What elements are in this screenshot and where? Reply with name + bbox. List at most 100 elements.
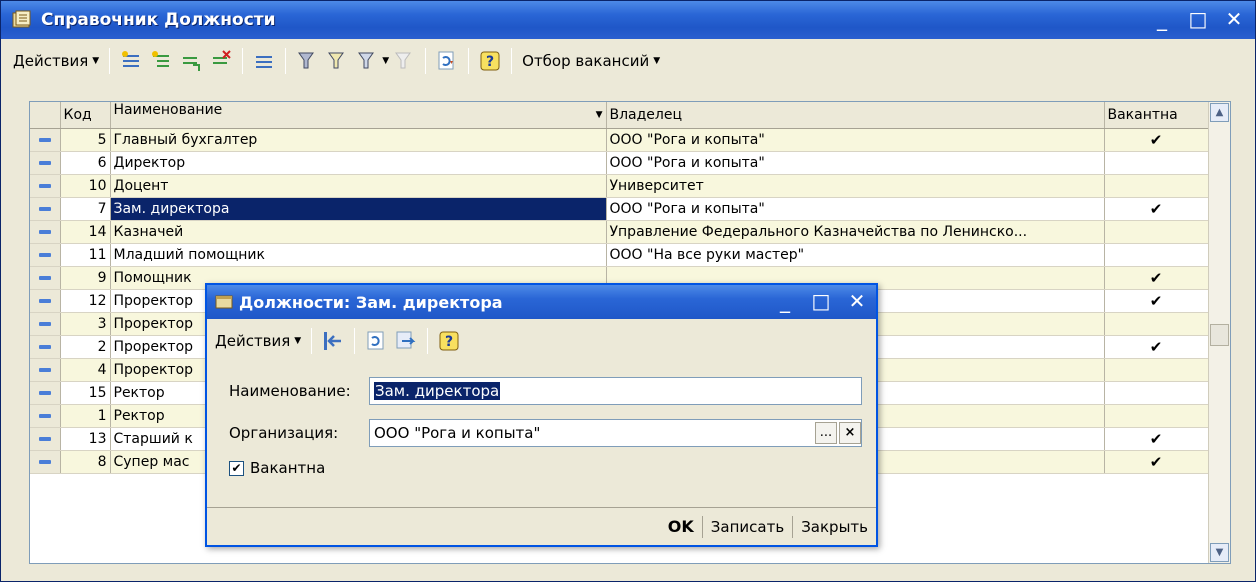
cell-code[interactable]: 3 (60, 312, 111, 336)
cell-name[interactable]: Главный бухгалтер (110, 128, 607, 152)
cell-vacant[interactable]: ✔ (1104, 128, 1209, 152)
cell-vacant[interactable]: ✔ (1104, 427, 1209, 451)
scroll-thumb[interactable] (1210, 324, 1229, 346)
cell-owner[interactable]: ООО "Рога и копыта" (606, 128, 1105, 152)
cell-code[interactable]: 9 (60, 266, 111, 290)
row-marker[interactable] (30, 358, 61, 382)
table-row[interactable]: 11 Младший помощник ООО "На все руки масте… (30, 243, 1209, 267)
table-row[interactable]: 6 Директор ООО "Рога и копыта" (30, 151, 1209, 175)
row-marker[interactable] (30, 427, 61, 451)
cell-vacant[interactable] (1104, 174, 1209, 198)
row-marker[interactable] (30, 243, 61, 267)
table-row[interactable]: 7 Зам. директора ООО "Рога и копыта" ✔ (30, 197, 1209, 221)
vertical-scrollbar[interactable]: ▲ ▼ (1208, 102, 1230, 563)
row-marker[interactable] (30, 335, 61, 359)
cell-vacant[interactable] (1104, 358, 1209, 382)
cell-name[interactable]: Казначей (110, 220, 607, 244)
cell-vacant[interactable]: ✔ (1104, 335, 1209, 359)
dropdown-arrow-icon[interactable]: ▼ (382, 56, 389, 66)
row-marker[interactable] (30, 266, 61, 290)
cell-vacant[interactable]: ✔ (1104, 197, 1209, 221)
cell-owner[interactable]: ООО "Рога и копыта" (606, 151, 1105, 175)
column-header-name[interactable]: Наименование ▼ (110, 102, 607, 129)
filter-icon[interactable] (295, 49, 319, 73)
column-header-owner[interactable]: Владелец (606, 102, 1105, 129)
reread-icon[interactable] (364, 329, 388, 353)
scroll-up-button[interactable]: ▲ (1210, 103, 1229, 122)
delete-item-icon[interactable] (209, 49, 233, 73)
dialog-maximize-button[interactable]: □ (810, 289, 832, 313)
row-marker[interactable] (30, 151, 61, 175)
cell-code[interactable]: 6 (60, 151, 111, 175)
close-button[interactable]: ✕ (1223, 7, 1245, 31)
close-dialog-button[interactable]: Закрыть (793, 513, 876, 541)
cell-code[interactable]: 12 (60, 289, 111, 313)
name-input[interactable]: Зам. директора (369, 377, 862, 405)
cell-name[interactable]: Директор (110, 151, 607, 175)
column-header-vacant[interactable]: Вакантна (1104, 102, 1209, 129)
select-org-button[interactable]: ... (815, 422, 837, 444)
cell-code[interactable]: 8 (60, 450, 111, 474)
cell-owner[interactable]: Управление Федерального Казначейства по … (606, 220, 1105, 244)
dialog-minimize-button[interactable]: _ (774, 289, 796, 313)
row-marker[interactable] (30, 197, 61, 221)
add-item-icon[interactable] (119, 49, 143, 73)
org-input[interactable]: ООО "Рога и копыта" ... × (369, 419, 862, 447)
filter-vacancies-menu[interactable]: Отбор вакансий ▼ (518, 47, 664, 75)
cell-vacant[interactable] (1104, 243, 1209, 267)
cell-vacant[interactable] (1104, 312, 1209, 336)
clear-org-button[interactable]: × (839, 422, 861, 444)
help-icon[interactable]: ? (478, 49, 502, 73)
cell-code[interactable]: 2 (60, 335, 111, 359)
hierarchy-icon[interactable] (252, 49, 276, 73)
row-marker[interactable] (30, 174, 61, 198)
cell-code[interactable]: 13 (60, 427, 111, 451)
vacant-checkbox[interactable]: ✔ (229, 460, 244, 476)
cell-vacant[interactable] (1104, 220, 1209, 244)
add-group-icon[interactable] (149, 49, 173, 73)
row-marker[interactable] (30, 220, 61, 244)
row-marker[interactable] (30, 289, 61, 313)
column-header-code[interactable]: Код (60, 102, 111, 129)
cell-vacant[interactable] (1104, 404, 1209, 428)
cell-name[interactable]: Доцент (110, 174, 607, 198)
table-row[interactable]: 5 Главный бухгалтер ООО "Рога и копыта" ✔ (30, 128, 1209, 152)
scroll-down-button[interactable]: ▼ (1210, 543, 1229, 562)
go-back-icon[interactable] (321, 329, 345, 353)
dialog-help-icon[interactable]: ? (437, 329, 461, 353)
cell-code[interactable]: 1 (60, 404, 111, 428)
cell-vacant[interactable]: ✔ (1104, 266, 1209, 290)
cell-vacant[interactable]: ✔ (1104, 450, 1209, 474)
filter-value-icon[interactable] (325, 49, 349, 73)
copy-item-icon[interactable] (179, 49, 203, 73)
cell-code[interactable]: 11 (60, 243, 111, 267)
actions-menu[interactable]: Действия ▼ (9, 47, 103, 75)
cell-code[interactable]: 15 (60, 381, 111, 405)
cell-vacant[interactable]: ✔ (1104, 289, 1209, 313)
maximize-button[interactable]: □ (1187, 7, 1209, 31)
cell-code[interactable]: 14 (60, 220, 111, 244)
row-marker[interactable] (30, 450, 61, 474)
row-marker[interactable] (30, 312, 61, 336)
row-marker[interactable] (30, 128, 61, 152)
cell-code[interactable]: 10 (60, 174, 111, 198)
ok-button[interactable]: OK (660, 513, 702, 541)
table-row[interactable]: 10 Доцент Университет (30, 174, 1209, 198)
cell-code[interactable]: 4 (60, 358, 111, 382)
cell-name[interactable]: Зам. директора (110, 197, 607, 221)
save-button[interactable]: Записать (703, 513, 792, 541)
copy-form-icon[interactable] (394, 329, 418, 353)
table-row[interactable]: 14 Казначей Управление Федерального Казнач… (30, 220, 1209, 244)
cell-vacant[interactable] (1104, 151, 1209, 175)
cell-name[interactable]: Младший помощник (110, 243, 607, 267)
clear-filter-icon[interactable] (392, 49, 416, 73)
filter-history-icon[interactable] (355, 49, 379, 73)
cell-owner[interactable]: ООО "На все руки мастер" (606, 243, 1105, 267)
cell-owner[interactable]: Университет (606, 174, 1105, 198)
row-marker[interactable] (30, 381, 61, 405)
dialog-close-button[interactable]: ✕ (846, 289, 868, 313)
cell-vacant[interactable] (1104, 381, 1209, 405)
dialog-actions-menu[interactable]: Действия ▼ (211, 327, 305, 355)
minimize-button[interactable]: _ (1151, 7, 1173, 31)
cell-owner[interactable]: ООО "Рога и копыта" (606, 197, 1105, 221)
